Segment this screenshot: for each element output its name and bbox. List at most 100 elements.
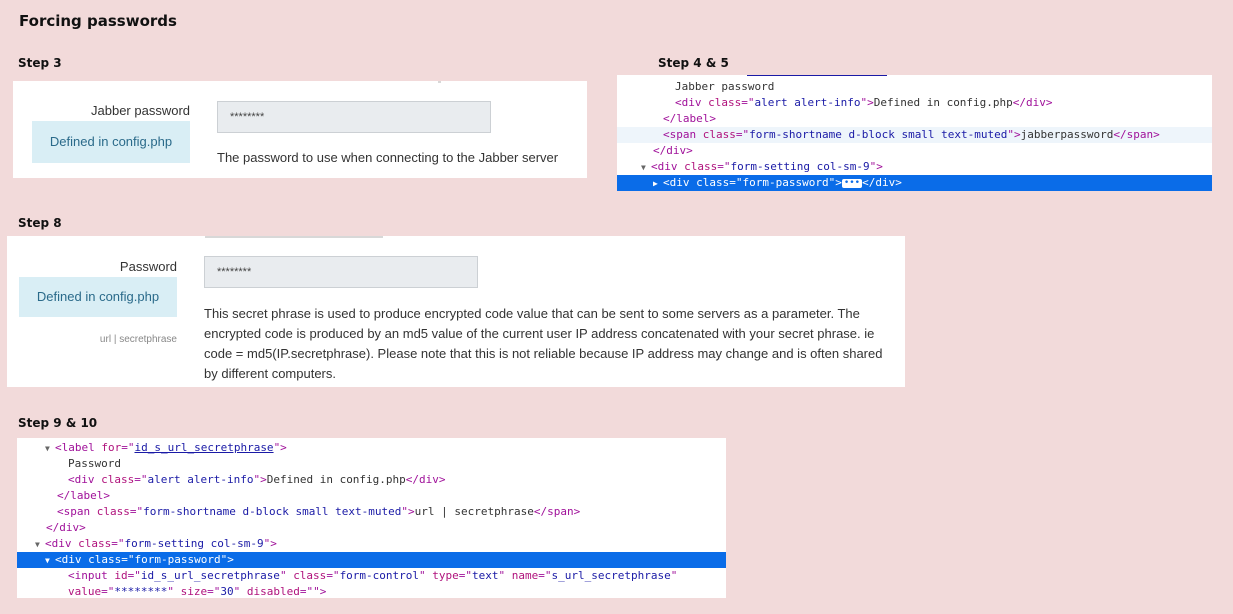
dom-text: Jabber password: [675, 80, 775, 93]
dom-attr: for: [101, 441, 122, 454]
secretphrase-input[interactable]: ********: [204, 256, 478, 288]
dom-punct: =": [326, 569, 340, 582]
dom-punct: ": [670, 569, 678, 582]
dom-line[interactable]: <div class="alert alert-info">Defined in…: [17, 472, 726, 488]
dom-value: id_s_url_secretphrase: [140, 569, 280, 582]
dom-text: Defined in config.php: [266, 473, 406, 486]
dom-tag: <div: [68, 473, 102, 486]
dom-punct: =": [134, 473, 148, 486]
clipped-text-fragment: [438, 81, 441, 83]
dom-punct: =": [127, 569, 141, 582]
dom-line-selected[interactable]: ▼ <div class="form-password">: [17, 552, 726, 568]
dom-tag: <div: [651, 160, 685, 173]
dom-tag: <span: [57, 505, 97, 518]
password-label: Password: [119, 259, 177, 274]
defined-in-config-alert: Defined in config.php: [19, 277, 177, 317]
dom-line[interactable]: ▼ <div class="form-setting col-sm-9">: [617, 159, 1212, 175]
step-8-label: Step 8: [18, 216, 62, 230]
dom-line[interactable]: ▼ <label for="id_s_url_secretphrase">: [17, 440, 726, 456]
dom-value: form-shortname d-block small text-muted: [749, 128, 1008, 141]
dom-tag: </label>: [663, 112, 716, 125]
expand-triangle-icon[interactable]: ▼: [641, 160, 651, 176]
dom-attr: disabled: [246, 585, 300, 598]
dom-line[interactable]: <span class="form-shortname d-block smal…: [17, 504, 726, 520]
dom-attr: class: [101, 473, 135, 486]
dom-attr: class: [684, 160, 718, 173]
dom-value: alert alert-info: [147, 473, 254, 486]
dom-tag: <div: [675, 96, 709, 109]
dom-attr: type: [432, 569, 459, 582]
dom-line[interactable]: ▼ <div class="form-setting col-sm-9">: [17, 536, 726, 552]
collapse-triangle-icon[interactable]: ▶: [653, 176, 663, 191]
dom-punct: ": [498, 569, 512, 582]
dom-value: form-password: [134, 553, 221, 566]
jabber-password-input[interactable]: ********: [217, 101, 491, 133]
dom-line-selected[interactable]: ▶ <div class="form-password"> ••• </div>: [617, 175, 1212, 191]
help-line: encrypted code is produced by an md5 val…: [204, 326, 875, 341]
dom-line[interactable]: <input id="id_s_url_secretphrase" class=…: [17, 568, 726, 584]
dom-text: jabberpassword: [1020, 128, 1114, 141]
dom-punct: ">: [253, 473, 267, 486]
dom-tag: <div: [663, 176, 697, 189]
dom-attr: class: [696, 176, 730, 189]
page-title: Forcing passwords: [19, 12, 177, 30]
dom-line[interactable]: </label>: [617, 111, 1212, 127]
dom-value: form-setting col-sm-9: [730, 160, 870, 173]
step-9-10-devtools-panel: ▼ <label for="id_s_url_secretphrase"> Pas…: [17, 438, 726, 598]
dom-line[interactable]: Password: [17, 456, 726, 472]
dom-punct: =": [121, 553, 135, 566]
dom-line[interactable]: <div class="alert alert-info">Defined in…: [617, 95, 1212, 111]
dom-punct: ">: [828, 176, 842, 189]
dom-punct: ">: [1007, 128, 1021, 141]
dom-tag: </div>: [46, 521, 86, 534]
dom-attr: class: [708, 96, 742, 109]
dom-attr: size: [180, 585, 208, 598]
dom-punct: ": [313, 585, 320, 598]
expand-triangle-icon[interactable]: ▼: [35, 537, 45, 553]
dom-tag: <input: [68, 569, 115, 582]
dom-punct: =": [111, 537, 125, 550]
defined-in-config-alert: Defined in config.php: [32, 121, 190, 163]
dom-line[interactable]: </div>: [617, 143, 1212, 159]
dom-text: Password: [68, 457, 121, 470]
step-3-label: Step 3: [18, 56, 62, 70]
step-3-settings-panel: Jabber password Defined in config.php **…: [13, 81, 587, 178]
dom-punct: =": [735, 128, 750, 141]
step-8-settings-panel: Password Defined in config.php url | sec…: [7, 236, 905, 387]
dom-tag: <div: [55, 553, 89, 566]
step-9-10-label: Step 9 & 10: [18, 416, 98, 430]
dom-punct: ">: [869, 160, 883, 173]
dom-punct: ": [279, 569, 294, 582]
dom-line[interactable]: <span class="form-shortname d-block smal…: [617, 127, 1212, 143]
expand-triangle-icon[interactable]: ▼: [45, 553, 55, 569]
dom-attr: class: [78, 537, 112, 550]
jabber-password-help: The password to use when connecting to t…: [217, 150, 559, 165]
dom-line[interactable]: value="********" size="30" disabled="">: [17, 584, 726, 598]
dom-punct: >: [319, 585, 327, 598]
dom-line[interactable]: </label>: [17, 488, 726, 504]
dom-value: form-shortname d-block small text-muted: [143, 505, 402, 518]
dom-attr: class: [293, 569, 327, 582]
dom-tag: </span>: [533, 505, 581, 518]
dom-value: ********: [114, 585, 168, 598]
dom-punct: =": [121, 441, 135, 454]
dom-punct: =": [741, 96, 755, 109]
dom-tag: </div>: [1012, 96, 1053, 109]
dom-value: text: [472, 569, 499, 582]
dom-attr: value: [68, 585, 102, 598]
dom-tag: <span: [663, 128, 703, 141]
dom-line[interactable]: </div>: [17, 520, 726, 536]
dom-value-link[interactable]: id_s_url_secretphrase: [134, 441, 273, 454]
dom-tag: <div: [45, 537, 79, 550]
dom-value: form-password: [742, 176, 829, 189]
dom-punct: =": [729, 176, 743, 189]
step-4-5-devtools-panel: Jabber password <div class="alert alert-…: [617, 75, 1212, 191]
dom-tag: </div>: [862, 176, 902, 189]
dom-text: url | secretphrase: [414, 505, 534, 518]
dom-tag: </div>: [405, 473, 446, 486]
help-line: by different computers.: [204, 366, 336, 381]
expand-triangle-icon[interactable]: ▼: [45, 441, 55, 457]
secretphrase-help: This secret phrase is used to produce en…: [204, 304, 899, 384]
dom-line[interactable]: Jabber password: [617, 79, 1212, 95]
ellipsis-badge-icon[interactable]: •••: [841, 179, 863, 188]
